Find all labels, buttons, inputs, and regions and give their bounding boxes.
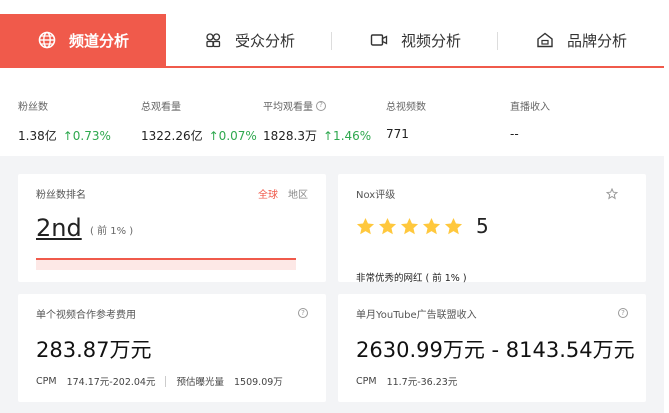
tab-label: 品牌分析	[566, 31, 627, 50]
star-icon	[444, 217, 463, 234]
metrics-panel: 粉丝数排名 全球 地区 2nd ( 前 1% ) Nox评级 5 非常优秀的网红…	[0, 156, 664, 413]
cpm-label: CPM	[356, 375, 377, 387]
star-icon	[400, 217, 419, 234]
subscriber-rank-card: 粉丝数排名 全球 地区 2nd ( 前 1% )	[18, 174, 326, 282]
stat-value: 1828.3万	[263, 129, 317, 143]
tab-audience-analysis[interactable]: 受众分析	[166, 14, 332, 66]
stat-live-income: 直播收入 --	[510, 98, 550, 141]
star-rating: 5	[356, 214, 489, 238]
stat-average-views: 平均观看量 ? 1828.3万 ↑1.46%	[263, 98, 371, 144]
stat-value: 1322.26亿	[141, 129, 203, 143]
audience-icon	[203, 30, 223, 50]
rank-scope-tabs: 全球 地区	[258, 186, 308, 201]
video-icon	[369, 30, 389, 50]
exposure-value: 1509.09万	[234, 377, 283, 388]
tab-label: 视频分析	[400, 31, 461, 50]
stat-change: ↑0.07%	[208, 129, 257, 143]
stat-value: 771	[386, 127, 409, 141]
nox-score: 5	[476, 214, 489, 238]
nox-rating-card: Nox评级 5 非常优秀的网红 ( 前 1% )	[338, 174, 646, 284]
stat-total-views: 总观看量 1322.26亿 ↑0.07%	[141, 98, 257, 144]
exposure-label: 预估曝光量	[176, 377, 224, 388]
stat-subscribers: 粉丝数 1.38亿 ↑0.73%	[18, 98, 111, 167]
video-cost-card: 单个视频合作参考费用 ? 283.87万元 CPM 174.17元-202.04…	[18, 294, 326, 402]
star-icon	[378, 217, 397, 234]
tab-label: 频道分析	[68, 31, 129, 50]
income-value: 2630.99万元 - 8143.54万元	[356, 338, 635, 362]
star-icon	[356, 217, 375, 234]
cpm-label: CPM	[36, 375, 57, 387]
help-icon[interactable]: ?	[618, 308, 628, 318]
tab-channel-analysis[interactable]: 频道分析	[0, 14, 166, 66]
tab-video-analysis[interactable]: 视频分析	[332, 14, 498, 66]
tab-label: 受众分析	[234, 31, 295, 50]
income-details: CPM 11.7元-36.23元	[356, 374, 458, 389]
rank-note: ( 前 1% )	[90, 226, 134, 237]
cpm-value: 174.17元-202.04元	[66, 377, 156, 388]
card-title: 单月YouTube广告联盟收入	[356, 310, 477, 321]
rank-value: 2nd	[36, 214, 82, 242]
nox-description: 非常优秀的网红 ( 前 1% )	[356, 273, 467, 284]
globe-icon	[37, 30, 57, 50]
cost-details: CPM 174.17元-202.04元 预估曝光量 1509.09万	[36, 374, 283, 388]
rating-info-icon[interactable]	[606, 188, 618, 200]
stat-total-videos: 总视频数 771	[386, 98, 426, 141]
stat-change: ↑0.73%	[62, 129, 111, 143]
brand-icon	[535, 30, 555, 50]
ad-income-card: 单月YouTube广告联盟收入 ? 2630.99万元 - 8143.54万元 …	[338, 294, 646, 402]
stat-value: --	[510, 127, 519, 141]
rank-chart	[36, 258, 296, 270]
rank-tab-global[interactable]: 全球	[258, 186, 278, 201]
cost-value: 283.87万元	[36, 338, 152, 362]
summary-stats: 粉丝数 1.38亿 ↑0.73% 总观看量 1322.26亿 ↑0.07% 平均观看…	[0, 80, 664, 167]
rank-tab-region[interactable]: 地区	[288, 186, 308, 201]
card-title: Nox评级	[356, 190, 396, 201]
card-title: 粉丝数排名	[36, 190, 86, 201]
cpm-value: 11.7元-36.23元	[386, 377, 458, 388]
card-title: 单个视频合作参考费用	[36, 310, 136, 321]
help-icon[interactable]: ?	[316, 100, 326, 111]
stat-value: 1.38亿	[18, 129, 57, 143]
stat-label: 平均观看量	[263, 102, 313, 113]
help-icon[interactable]: ?	[298, 308, 308, 318]
stat-label: 粉丝数	[18, 102, 48, 113]
stat-change: ↑1.46%	[323, 129, 372, 143]
stat-label: 直播收入	[510, 102, 550, 113]
tab-brand-analysis[interactable]: 品牌分析	[498, 14, 664, 66]
stat-label: 总视频数	[386, 102, 426, 113]
star-icon	[422, 217, 441, 234]
channel-tabs: 频道分析 受众分析 视频分析 品牌分析	[0, 14, 664, 68]
stat-label: 总观看量	[141, 102, 181, 113]
